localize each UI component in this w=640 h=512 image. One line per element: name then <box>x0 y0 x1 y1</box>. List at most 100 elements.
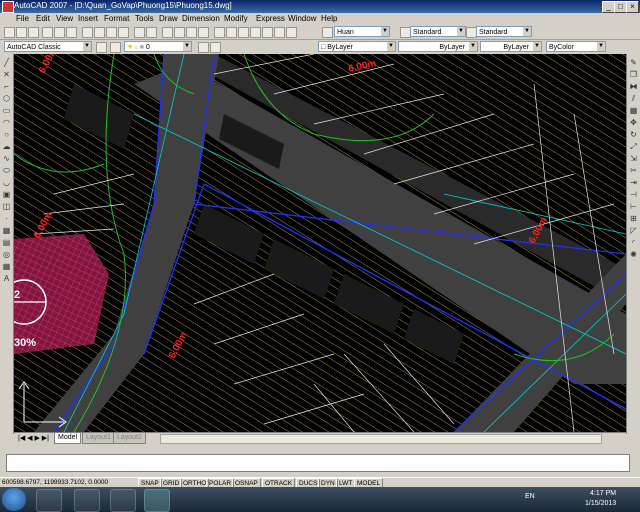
spline-icon[interactable]: ∿ <box>2 154 11 163</box>
match-properties-icon[interactable] <box>118 27 129 38</box>
region-icon[interactable]: ◎ <box>2 250 11 259</box>
save-icon[interactable] <box>28 27 39 38</box>
tab-layout1[interactable]: Layout1 <box>82 433 115 444</box>
preview-icon[interactable] <box>54 27 65 38</box>
mirror-icon[interactable]: ⧓ <box>629 82 638 91</box>
break-icon[interactable]: ⊢ <box>629 202 638 211</box>
dim-style-select[interactable]: Standard ▼ <box>410 26 466 37</box>
menu-insert[interactable]: Insert <box>78 14 98 23</box>
start-button[interactable] <box>2 488 26 511</box>
make-block-icon[interactable]: ◫ <box>2 202 11 211</box>
text-style-select[interactable]: Huan ▼ <box>334 26 390 37</box>
command-input[interactable] <box>6 454 630 472</box>
plot-style-select[interactable]: ByColor ▼ <box>546 41 606 52</box>
revision-cloud-icon[interactable]: ☁ <box>2 142 11 151</box>
menu-window[interactable]: Window <box>288 14 316 23</box>
tab-layout2[interactable]: Layout2 <box>113 433 146 444</box>
menu-file[interactable]: File <box>16 14 29 23</box>
design-center-icon[interactable] <box>226 27 237 38</box>
table-style-select[interactable]: Standard ▼ <box>476 26 532 37</box>
autocad-app-icon[interactable] <box>2 1 14 13</box>
polyline-icon[interactable]: ⌐ <box>2 82 11 91</box>
break-at-point-icon[interactable]: ⊣ <box>629 190 638 199</box>
gradient-icon[interactable]: ▤ <box>2 238 11 247</box>
tab-nav-arrows[interactable]: |◀ ◀ ▶ ▶| <box>18 434 49 442</box>
clock-time[interactable]: 4:17 PM <box>590 490 616 497</box>
ellipse-icon[interactable]: ⬭ <box>2 166 11 175</box>
properties-icon[interactable] <box>214 27 225 38</box>
multiline-text-icon[interactable]: A <box>2 274 11 283</box>
arc-icon[interactable]: ◠ <box>2 118 11 127</box>
extend-icon[interactable]: ⇥ <box>629 178 638 187</box>
insert-block-icon[interactable]: ▣ <box>2 190 11 199</box>
zoom-realtime-icon[interactable] <box>174 27 185 38</box>
erase-icon[interactable]: ✎ <box>629 58 638 67</box>
tool-palettes-icon[interactable] <box>238 27 249 38</box>
menu-edit[interactable]: Edit <box>36 14 50 23</box>
zoom-previous-icon[interactable] <box>198 27 209 38</box>
fillet-icon[interactable]: ◜ <box>629 238 638 247</box>
chrome-icon[interactable] <box>110 489 136 512</box>
color-select[interactable]: □ ByLayer ▼ <box>318 41 396 52</box>
undo-icon[interactable] <box>134 27 145 38</box>
menu-modify[interactable]: Modify <box>224 14 248 23</box>
copy-icon[interactable] <box>94 27 105 38</box>
join-icon[interactable]: ⊞ <box>629 214 638 223</box>
hatch-icon[interactable]: ▦ <box>2 226 11 235</box>
make-layer-current-icon[interactable] <box>198 42 209 53</box>
pan-icon[interactable] <box>162 27 173 38</box>
menu-view[interactable]: View <box>56 14 73 23</box>
file-explorer-icon[interactable] <box>36 489 62 512</box>
linetype-select[interactable]: ByLayer ▼ <box>398 41 478 52</box>
print-icon[interactable] <box>42 27 53 38</box>
polygon-icon[interactable]: ⬡ <box>2 94 11 103</box>
move-icon[interactable]: ✥ <box>629 118 638 127</box>
horizontal-scrollbar[interactable] <box>160 434 602 444</box>
menu-tools[interactable]: Tools <box>135 14 154 23</box>
paste-icon[interactable] <box>106 27 117 38</box>
tab-model[interactable]: Model <box>54 433 82 444</box>
stretch-icon[interactable]: ⇲ <box>629 154 638 163</box>
menu-express[interactable]: Express <box>256 14 285 23</box>
copy-object-icon[interactable]: ❐ <box>629 70 638 79</box>
lineweight-select[interactable]: ByLayer ▼ <box>480 41 542 52</box>
ellipse-arc-icon[interactable]: ◡ <box>2 178 11 187</box>
calculator-icon[interactable] <box>274 27 285 38</box>
help-icon[interactable] <box>286 27 297 38</box>
layer-select[interactable]: ☀☼■ 0 ▼ <box>124 41 192 52</box>
publish-icon[interactable] <box>66 27 77 38</box>
scale-icon[interactable]: ⤢ <box>629 142 638 151</box>
circle-icon[interactable]: ○ <box>2 130 11 139</box>
rectangle-icon[interactable]: ▭ <box>2 106 11 115</box>
trim-icon[interactable]: ✂ <box>629 166 638 175</box>
clock-date[interactable]: 1/15/2013 <box>585 500 616 507</box>
open-icon[interactable] <box>16 27 27 38</box>
construction-line-icon[interactable]: ✕ <box>2 70 11 79</box>
table-icon[interactable]: ▦ <box>2 262 11 271</box>
cut-icon[interactable] <box>82 27 93 38</box>
drawing-canvas[interactable]: 2 30% 6.00m 6.00m 6.00m 6.00m 6.00m <box>14 54 626 432</box>
markup-icon[interactable] <box>262 27 273 38</box>
sheet-set-icon[interactable] <box>250 27 261 38</box>
autocad-taskbar-icon[interactable] <box>144 489 170 512</box>
close-button[interactable]: × <box>626 1 639 13</box>
media-player-icon[interactable] <box>74 489 100 512</box>
layer-previous-icon[interactable] <box>210 42 221 53</box>
language-indicator[interactable]: EN <box>525 493 535 500</box>
rotate-icon[interactable]: ↻ <box>629 130 638 139</box>
point-icon[interactable]: · <box>2 214 11 223</box>
workspace-select[interactable]: AutoCAD Classic ▼ <box>4 41 92 52</box>
line-icon[interactable]: ╱ <box>2 58 11 67</box>
menu-dimension[interactable]: Dimension <box>182 14 220 23</box>
menu-format[interactable]: Format <box>104 14 129 23</box>
redo-icon[interactable] <box>146 27 157 38</box>
new-icon[interactable] <box>4 27 15 38</box>
zoom-window-icon[interactable] <box>186 27 197 38</box>
layer-manager-icon[interactable] <box>110 42 121 53</box>
array-icon[interactable]: ▦ <box>629 106 638 115</box>
menu-help[interactable]: Help <box>321 14 337 23</box>
menu-draw[interactable]: Draw <box>159 14 178 23</box>
chamfer-icon[interactable]: ◸ <box>629 226 638 235</box>
workspace-settings-icon[interactable] <box>96 42 107 53</box>
explode-icon[interactable]: ✺ <box>629 250 638 259</box>
